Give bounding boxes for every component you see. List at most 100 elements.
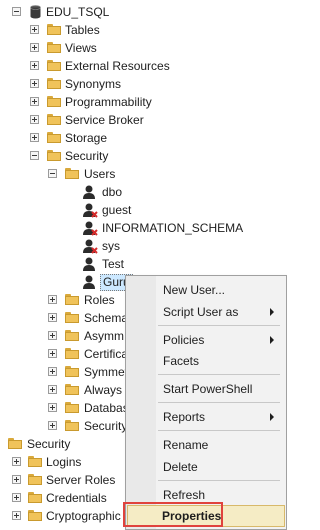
menu-item-facets[interactable]: Facets <box>128 351 284 371</box>
expand-icon[interactable] <box>30 97 39 106</box>
menu-item-new-user[interactable]: New User... <box>128 280 284 300</box>
folder-icon <box>65 366 79 377</box>
folder-icon <box>65 420 79 431</box>
expand-icon[interactable] <box>48 349 57 358</box>
folder-icon <box>47 24 61 35</box>
object-explorer-tree: EDU_TSQL Tables Views External Resources… <box>0 0 287 530</box>
node-label: Views <box>65 41 97 55</box>
folder-icon <box>47 96 61 107</box>
menu-item-start-powershell[interactable]: Start PowerShell <box>128 379 284 399</box>
node-label: Logins <box>46 455 82 469</box>
expand-icon[interactable] <box>48 385 57 394</box>
node-label: Security <box>84 419 128 433</box>
expand-icon[interactable] <box>12 475 21 484</box>
expand-icon[interactable] <box>30 133 39 142</box>
expand-icon[interactable] <box>48 403 57 412</box>
expand-icon[interactable] <box>12 493 21 502</box>
node-label: Tables <box>65 23 100 37</box>
node-label: Certifica <box>84 347 129 361</box>
folder-icon <box>28 492 42 503</box>
menu-item-label: Facets <box>163 354 200 368</box>
expand-icon[interactable] <box>48 313 57 322</box>
folder-icon <box>65 348 79 359</box>
disabled-user-icon <box>83 221 98 236</box>
folder-icon <box>47 78 61 89</box>
folder-icon <box>47 42 61 53</box>
menu-item-label: Reports <box>163 410 206 424</box>
expand-icon[interactable] <box>48 421 57 430</box>
menu-separator <box>158 480 280 481</box>
expand-icon[interactable] <box>30 61 39 70</box>
node-label: Schema <box>84 311 129 325</box>
menu-item-rename[interactable]: Rename <box>128 435 284 455</box>
node-label: External Resources <box>65 59 170 73</box>
node-label: INFORMATION_SCHEMA <box>102 221 244 235</box>
submenu-arrow-icon <box>270 336 274 344</box>
expand-icon[interactable] <box>30 43 39 52</box>
node-label: Storage <box>65 131 108 145</box>
folder-icon <box>47 60 61 71</box>
node-label: guest <box>102 203 132 217</box>
node-label: Server Roles <box>46 473 116 487</box>
node-label: Service Broker <box>65 113 144 127</box>
node-label: sys <box>102 239 120 253</box>
expand-icon[interactable] <box>30 115 39 124</box>
node-label: Security <box>65 149 109 163</box>
node-label: Synonyms <box>65 77 122 91</box>
submenu-arrow-icon <box>270 308 274 316</box>
node-label: Cryptographic <box>46 509 121 523</box>
node-label: Symmet <box>84 365 129 379</box>
menu-item-label: New User... <box>163 283 226 297</box>
folder-icon <box>65 402 79 413</box>
folder-icon <box>65 294 79 305</box>
node-label: Credentials <box>46 491 107 505</box>
node-label: Security <box>27 437 71 451</box>
menu-item-label: Rename <box>163 438 209 452</box>
menu-item-policies[interactable]: Policies <box>128 330 284 350</box>
disabled-user-icon <box>83 203 98 218</box>
collapse-icon[interactable] <box>48 169 57 178</box>
folder-icon <box>47 132 61 143</box>
node-label: Roles <box>84 293 115 307</box>
expand-icon[interactable] <box>48 367 57 376</box>
menu-separator <box>158 374 280 375</box>
folder-icon <box>28 456 42 467</box>
menu-separator <box>158 325 280 326</box>
expand-icon[interactable] <box>12 511 21 520</box>
menu-item-label: Properties <box>162 509 222 523</box>
folder-icon <box>65 312 79 323</box>
expand-icon[interactable] <box>30 25 39 34</box>
folder-icon <box>28 510 42 521</box>
menu-item-properties[interactable]: Properties <box>127 505 285 527</box>
node-label: Test <box>102 257 125 271</box>
menu-separator <box>158 402 280 403</box>
menu-item-label: Policies <box>163 333 205 347</box>
menu-item-label: Refresh <box>163 488 206 502</box>
folder-icon <box>65 384 79 395</box>
folder-icon <box>28 474 42 485</box>
collapse-icon[interactable] <box>12 7 21 16</box>
user-icon <box>83 275 95 289</box>
folder-icon <box>47 114 61 125</box>
database-icon <box>30 5 41 19</box>
menu-item-refresh[interactable]: Refresh <box>128 485 284 505</box>
user-icon <box>83 257 95 271</box>
user-icon <box>83 185 95 199</box>
folder-icon <box>47 150 61 161</box>
context-menu: New User... Script User as Policies Face… <box>125 275 287 530</box>
database-label: EDU_TSQL <box>46 5 110 19</box>
expand-icon[interactable] <box>12 457 21 466</box>
menu-item-delete[interactable]: Delete <box>128 457 284 477</box>
menu-item-script-user-as[interactable]: Script User as <box>128 302 284 322</box>
collapse-icon[interactable] <box>30 151 39 160</box>
node-label: Asymm <box>84 329 124 343</box>
folder-icon <box>8 438 22 449</box>
menu-item-label: Script User as <box>163 305 239 319</box>
menu-item-reports[interactable]: Reports <box>128 407 284 427</box>
node-label: Databas <box>84 401 129 415</box>
expand-icon[interactable] <box>48 331 57 340</box>
expand-icon[interactable] <box>48 295 57 304</box>
expand-icon[interactable] <box>30 79 39 88</box>
folder-icon <box>65 330 79 341</box>
node-label: Users <box>84 167 116 181</box>
